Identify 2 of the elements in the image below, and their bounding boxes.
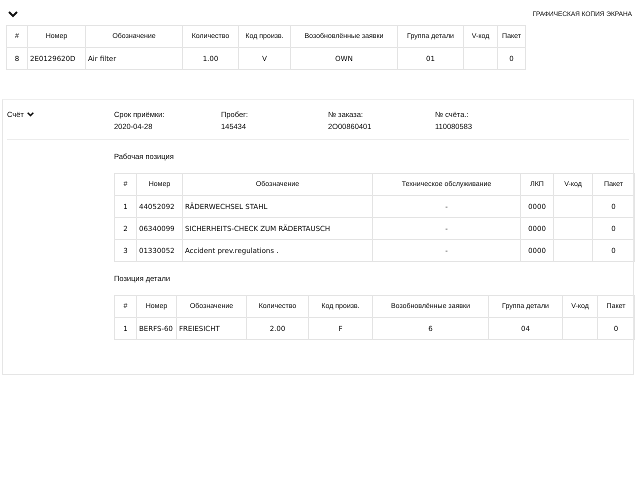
chevron-down-icon[interactable] [8, 10, 18, 18]
chevron-down-icon[interactable] [26, 112, 34, 117]
